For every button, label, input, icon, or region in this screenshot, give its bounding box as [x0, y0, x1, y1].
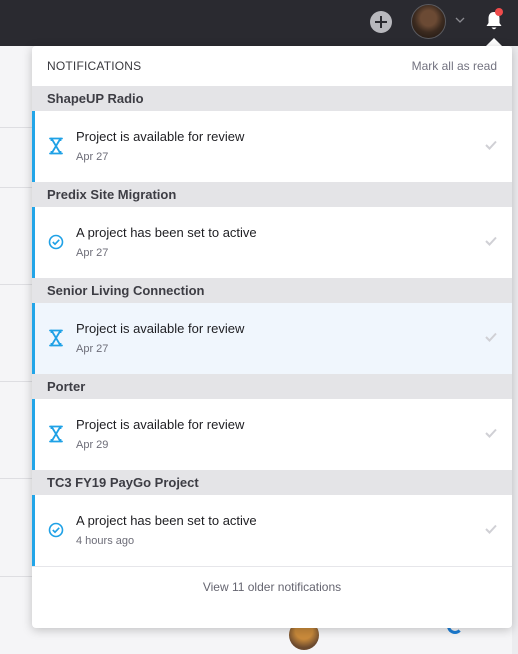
mark-all-read-link[interactable]: Mark all as read — [412, 59, 497, 73]
notification-badge — [495, 8, 503, 16]
bg-divider — [0, 187, 32, 188]
hourglass-icon — [49, 137, 63, 155]
view-older-notifications-link[interactable]: View 11 older notifications — [32, 566, 512, 606]
top-bar — [0, 0, 518, 46]
notification-item[interactable]: A project has been set to active 4 hours… — [32, 495, 512, 566]
mark-read-check-icon[interactable] — [485, 332, 497, 342]
notifications-header: NOTIFICATIONS Mark all as read — [32, 46, 512, 86]
project-group-header[interactable]: Porter — [32, 374, 512, 399]
notification-text: A project has been set to active — [76, 513, 257, 528]
project-group-header[interactable]: Predix Site Migration — [32, 182, 512, 207]
notification-date: Apr 27 — [76, 247, 109, 259]
notification-text: Project is available for review — [76, 129, 245, 144]
hourglass-icon — [49, 425, 63, 443]
bg-divider — [0, 284, 32, 285]
dropdown-caret — [486, 38, 502, 46]
mark-read-check-icon[interactable] — [485, 428, 497, 438]
chevron-down-icon[interactable] — [455, 15, 465, 25]
check-circle-icon — [48, 522, 64, 538]
plus-circle-icon[interactable] — [370, 11, 392, 33]
notification-date: Apr 29 — [76, 439, 109, 451]
bg-scroll-strip — [512, 46, 518, 654]
bg-divider — [0, 478, 32, 479]
notification-date: 4 hours ago — [76, 535, 135, 547]
check-circle-icon — [48, 234, 64, 250]
bg-divider — [0, 381, 32, 382]
project-group-header[interactable]: ShapeUP Radio — [32, 86, 512, 111]
user-avatar[interactable] — [411, 4, 446, 39]
notification-item[interactable]: Project is available for review Apr 27 — [32, 303, 512, 374]
mark-read-check-icon[interactable] — [485, 524, 497, 534]
notification-text: Project is available for review — [76, 417, 245, 432]
notification-item[interactable]: Project is available for review Apr 27 — [32, 111, 512, 182]
notification-item[interactable]: Project is available for review Apr 29 — [32, 399, 512, 470]
notifications-title: NOTIFICATIONS — [47, 59, 142, 73]
mark-read-check-icon[interactable] — [485, 236, 497, 246]
notification-item[interactable]: A project has been set to active Apr 27 — [32, 207, 512, 278]
project-group-header[interactable]: Senior Living Connection — [32, 278, 512, 303]
notification-date: Apr 27 — [76, 343, 109, 355]
project-group-header[interactable]: TC3 FY19 PayGo Project — [32, 470, 512, 495]
notifications-dropdown: NOTIFICATIONS Mark all as read ShapeUP R… — [32, 46, 512, 628]
mark-read-check-icon[interactable] — [485, 140, 497, 150]
hourglass-icon — [49, 329, 63, 347]
bg-divider — [0, 576, 32, 577]
bg-divider — [0, 127, 32, 128]
notification-date: Apr 27 — [76, 151, 109, 163]
notification-text: A project has been set to active — [76, 225, 257, 240]
notification-text: Project is available for review — [76, 321, 245, 336]
